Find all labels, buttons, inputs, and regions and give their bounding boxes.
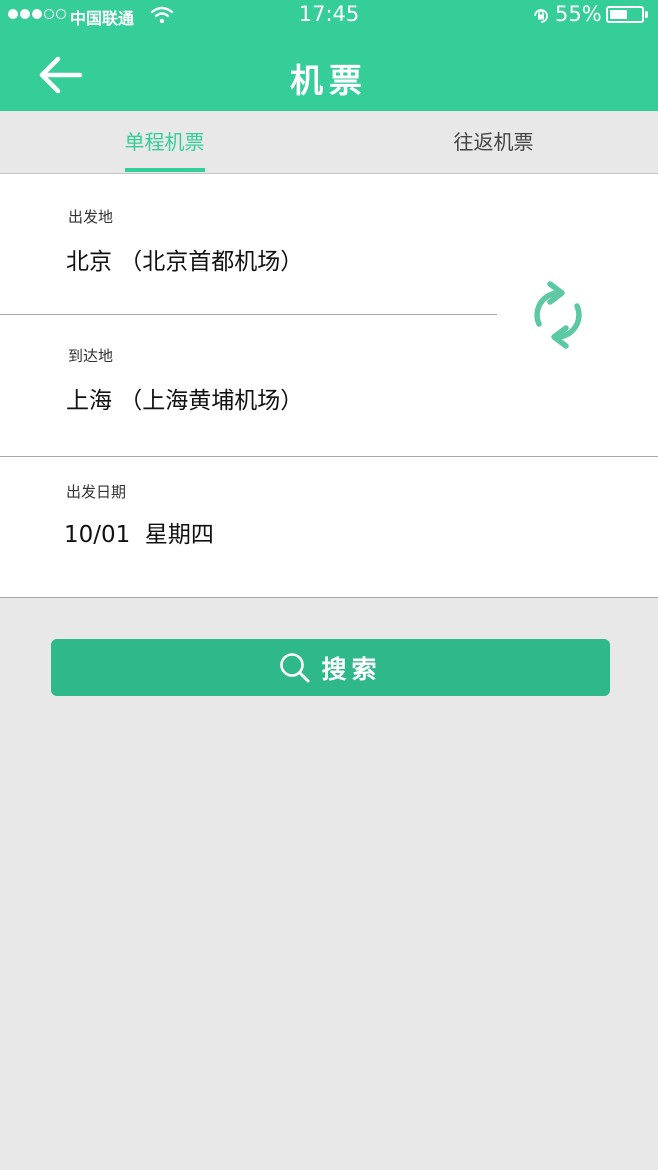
tab-one-way[interactable]: 单程机票 (0, 111, 329, 173)
tab-round-trip[interactable]: 往返机票 (329, 111, 658, 173)
battery-tip (645, 11, 648, 18)
active-tab-indicator (125, 168, 205, 172)
rotation-lock-icon (532, 7, 550, 29)
status-bar: 中国联通 17:45 55% (0, 0, 658, 32)
app-header: 中国联通 17:45 55% 机票 (0, 0, 658, 111)
swap-cities-button[interactable] (530, 280, 586, 350)
flight-search-form: 出发地 北京 （北京首都机场） 到达地 上海 （上海黄埔机场） 出发日期 10/… (0, 174, 658, 598)
search-button[interactable]: 搜索 (51, 639, 610, 696)
departure-value: 北京 （北京首都机场） (66, 249, 304, 275)
battery-percent: 55% (555, 2, 602, 26)
departure-label: 出发地 (68, 208, 114, 226)
arrival-value: 上海 （上海黄埔机场） (66, 388, 304, 414)
divider (0, 597, 658, 598)
ticket-type-tabs: 单程机票 往返机票 (0, 111, 658, 174)
battery-level (610, 10, 627, 19)
search-icon (280, 652, 310, 682)
page-title: 机票 (290, 61, 368, 100)
date-label: 出发日期 (66, 483, 127, 501)
date-value: 10/01 星期四 (64, 522, 214, 548)
arrival-label: 到达地 (68, 347, 114, 365)
date-field[interactable]: 出发日期 10/01 星期四 (0, 457, 658, 597)
battery-icon (606, 6, 644, 23)
search-button-label: 搜索 (321, 654, 382, 684)
swap-refresh-icon (534, 281, 582, 349)
